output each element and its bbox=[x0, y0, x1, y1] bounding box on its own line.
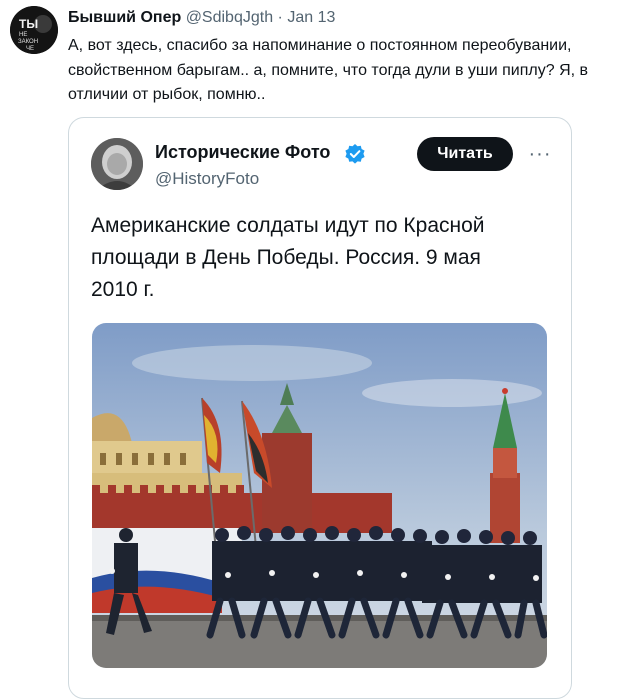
quoted-author-name[interactable]: Исторические Фото bbox=[155, 142, 330, 163]
avatar-text-1: ТЫ bbox=[19, 17, 38, 31]
avatar-text-3: ЗАКОН bbox=[18, 39, 38, 45]
author-handle[interactable]: @SdibqJgth bbox=[186, 9, 273, 26]
tweet-text: А, вот здесь, спасибо за напоминание о п… bbox=[68, 37, 589, 103]
avatar-text-2: НЕ bbox=[19, 32, 27, 38]
follow-button[interactable]: Читать bbox=[417, 137, 513, 171]
quoted-author-handle[interactable]: @HistoryFoto bbox=[155, 169, 259, 189]
quoted-author-avatar[interactable] bbox=[91, 138, 143, 190]
quoted-tweet-photo[interactable] bbox=[92, 323, 547, 668]
quoted-tweet-text: Американские солдаты идут по Красной пло… bbox=[91, 214, 485, 301]
author-name[interactable]: Бывший Опер bbox=[68, 9, 181, 26]
separator-dot: · bbox=[277, 9, 283, 26]
more-options-icon[interactable]: ··· bbox=[525, 139, 555, 169]
tweet-header: Бывший Опер @SdibqJgth · Jan 13 bbox=[68, 9, 335, 27]
quoted-tweet[interactable]: Исторические Фото @HistoryFoto Читать ··… bbox=[68, 117, 572, 699]
author-avatar[interactable]: ТЫ НЕ ЗАКОН ЧЕ bbox=[10, 6, 58, 54]
verified-badge-icon bbox=[345, 144, 365, 164]
tweet-date[interactable]: Jan 13 bbox=[287, 9, 335, 26]
avatar-text-4: ЧЕ bbox=[26, 46, 34, 52]
